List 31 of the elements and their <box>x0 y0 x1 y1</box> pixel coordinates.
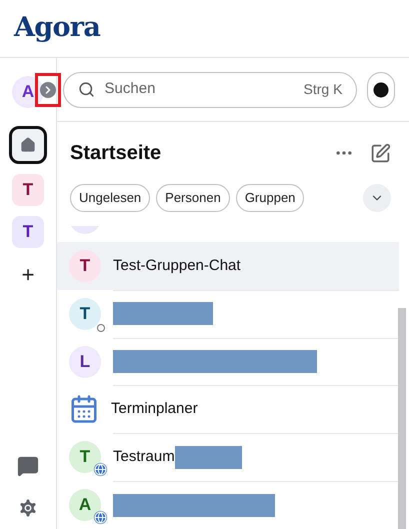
expand-button[interactable] <box>35 72 61 106</box>
search-field[interactable]: Suchen Strg K <box>62 72 358 108</box>
chevron-right-icon <box>40 82 56 98</box>
add-space-button[interactable]: + <box>12 258 44 290</box>
search-input[interactable]: Suchen <box>104 78 304 101</box>
scrollbar[interactable] <box>398 308 406 529</box>
calendar-icon <box>69 394 99 424</box>
avatar: L <box>69 346 101 378</box>
room-name: Terminplaner <box>111 399 198 420</box>
avatar: T <box>69 250 101 282</box>
search-icon <box>78 81 95 98</box>
filter-chip[interactable]: Personen <box>156 184 230 212</box>
room-name: Test-Gruppen-Chat <box>113 256 241 276</box>
settings-icon[interactable] <box>17 497 39 519</box>
filter-chip[interactable]: Gruppen <box>236 184 304 212</box>
filter-chip[interactable]: Ungelesen <box>70 184 150 212</box>
home-icon <box>20 137 36 153</box>
room-name: Testraum <box>113 446 175 467</box>
explore-button[interactable] <box>367 72 395 108</box>
avatar: A <box>69 489 101 522</box>
home-button[interactable] <box>9 126 47 164</box>
avatar: T <box>69 441 101 474</box>
space-button[interactable]: T <box>12 216 44 248</box>
room-item[interactable]: T Test-Gruppen-Chat <box>57 242 399 290</box>
shortcut-hint: Strg K <box>304 80 342 99</box>
space-button[interactable]: T <box>12 174 44 206</box>
page-title: Startseite <box>70 141 162 166</box>
avatar: T <box>69 298 101 330</box>
chat-icon[interactable] <box>17 455 39 477</box>
compose-icon[interactable] <box>370 142 391 164</box>
app-logo: Agora <box>14 11 100 46</box>
